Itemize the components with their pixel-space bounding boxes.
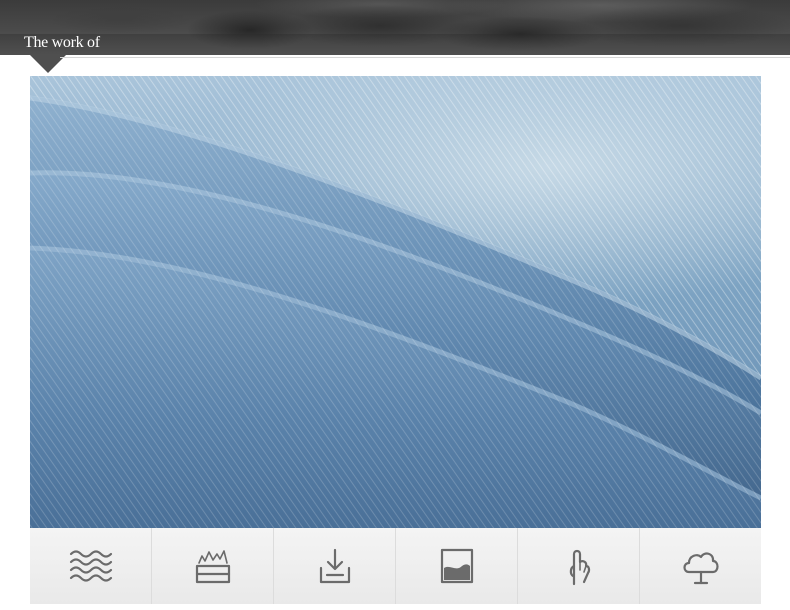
- section-title: The work of: [24, 34, 100, 51]
- header-banner: The work of: [0, 0, 790, 55]
- feature-cell-download: [274, 528, 396, 604]
- heat-tray-icon: [195, 550, 230, 584]
- header-divider: [60, 57, 790, 58]
- hand-touch-icon: [569, 549, 590, 586]
- feature-cell-touch: [518, 528, 640, 604]
- fabric-swatch-icon: [440, 548, 473, 584]
- cloud-tree-icon: [682, 552, 719, 585]
- download-tray-icon: [319, 548, 350, 584]
- banner-band: [0, 34, 790, 55]
- feature-icon-strip: [30, 528, 761, 604]
- denim-fabric-photo: [30, 76, 761, 528]
- feature-cell-eco: [640, 528, 761, 604]
- feature-cell-fabric: [396, 528, 518, 604]
- feature-cell-water: [30, 528, 152, 604]
- feature-cell-heat: [152, 528, 274, 604]
- water-waves-icon: [69, 550, 112, 582]
